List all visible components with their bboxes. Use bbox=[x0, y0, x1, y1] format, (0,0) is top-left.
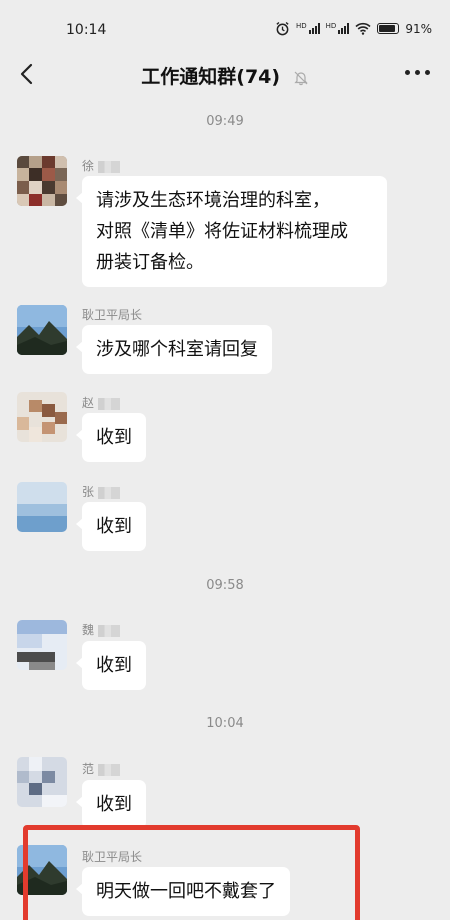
sender-name: 徐 bbox=[82, 157, 121, 174]
message-bubble[interactable]: 收到 bbox=[76, 641, 146, 690]
mosaic-avatar-icon bbox=[17, 392, 67, 442]
message-line: 收到 bbox=[96, 516, 132, 537]
message-bubble[interactable]: 请涉及生态环境治理的科室， 对照《清单》将佐证材料梳理成 册装订备检。 bbox=[76, 176, 387, 287]
sender-name: 魏 bbox=[82, 621, 121, 638]
chat-title: 工作通知群(74) bbox=[141, 66, 281, 88]
message-line: 明天做一回吧不戴套了 bbox=[96, 881, 276, 902]
time-separator: 10:04 bbox=[206, 716, 244, 731]
message-bubble[interactable]: 明天做一回吧不戴套了 bbox=[76, 867, 290, 916]
mosaic-avatar-icon bbox=[17, 620, 67, 670]
status-bar: 10:14 HD HD 91% bbox=[0, 0, 450, 46]
message-line: 对照《清单》将佐证材料梳理成 bbox=[96, 221, 348, 242]
sea-avatar-icon bbox=[17, 482, 67, 532]
mosaic-avatar-icon bbox=[17, 757, 67, 807]
message-line: 收到 bbox=[96, 427, 132, 448]
chat-title-wrap: 工作通知群(74) bbox=[0, 62, 450, 89]
landscape-avatar-icon bbox=[17, 845, 67, 895]
redaction-blur bbox=[98, 160, 121, 173]
message-line: 请涉及生态环境治理的科室， bbox=[96, 190, 330, 211]
time-separator: 09:49 bbox=[206, 114, 244, 129]
avatar[interactable] bbox=[17, 757, 67, 807]
hd-badge: HD bbox=[296, 22, 307, 30]
status-icons: HD HD 91% bbox=[275, 21, 432, 36]
landscape-avatar-icon bbox=[17, 305, 67, 355]
redaction-blur bbox=[98, 486, 121, 499]
message-bubble[interactable]: 收到 bbox=[76, 502, 146, 551]
signal-icon-2: HD bbox=[326, 23, 350, 34]
bell-off-icon bbox=[294, 71, 308, 85]
message-bubble[interactable]: 收到 bbox=[76, 413, 146, 462]
battery-percent: 91% bbox=[405, 21, 432, 36]
redaction-blur bbox=[98, 763, 121, 776]
message-line: 册装订备检。 bbox=[96, 252, 204, 273]
sender-name: 耿卫平局长 bbox=[82, 850, 143, 864]
hd-badge: HD bbox=[325, 22, 337, 30]
avatar[interactable] bbox=[17, 392, 67, 442]
sender-name: 赵 bbox=[82, 394, 121, 411]
status-time: 10:14 bbox=[66, 22, 107, 38]
more-dots-icon bbox=[405, 70, 410, 75]
alarm-icon bbox=[276, 21, 289, 36]
mosaic-avatar-icon bbox=[17, 156, 67, 206]
message-line: 收到 bbox=[96, 794, 132, 815]
sender-name: 范 bbox=[82, 760, 121, 777]
sender-name: 耿卫平局长 bbox=[82, 308, 143, 322]
avatar[interactable] bbox=[17, 845, 67, 895]
wifi-icon bbox=[355, 22, 371, 35]
avatar[interactable] bbox=[17, 482, 67, 532]
redaction-blur bbox=[98, 397, 121, 410]
message-line: 收到 bbox=[96, 655, 132, 676]
signal-icon: HD bbox=[296, 23, 320, 34]
avatar[interactable] bbox=[17, 305, 67, 355]
message-bubble[interactable]: 涉及哪个科室请回复 bbox=[76, 325, 272, 374]
chat-header: 工作通知群(74) bbox=[0, 50, 450, 98]
sender-name: 张 bbox=[82, 483, 121, 500]
more-button[interactable] bbox=[405, 70, 430, 75]
message-bubble[interactable]: 收到 bbox=[76, 780, 146, 829]
redaction-blur bbox=[98, 624, 121, 637]
message-line: 涉及哪个科室请回复 bbox=[96, 339, 258, 360]
time-separator: 09:58 bbox=[206, 578, 244, 593]
avatar[interactable] bbox=[17, 156, 67, 206]
avatar[interactable] bbox=[17, 620, 67, 670]
battery-icon bbox=[377, 23, 400, 34]
